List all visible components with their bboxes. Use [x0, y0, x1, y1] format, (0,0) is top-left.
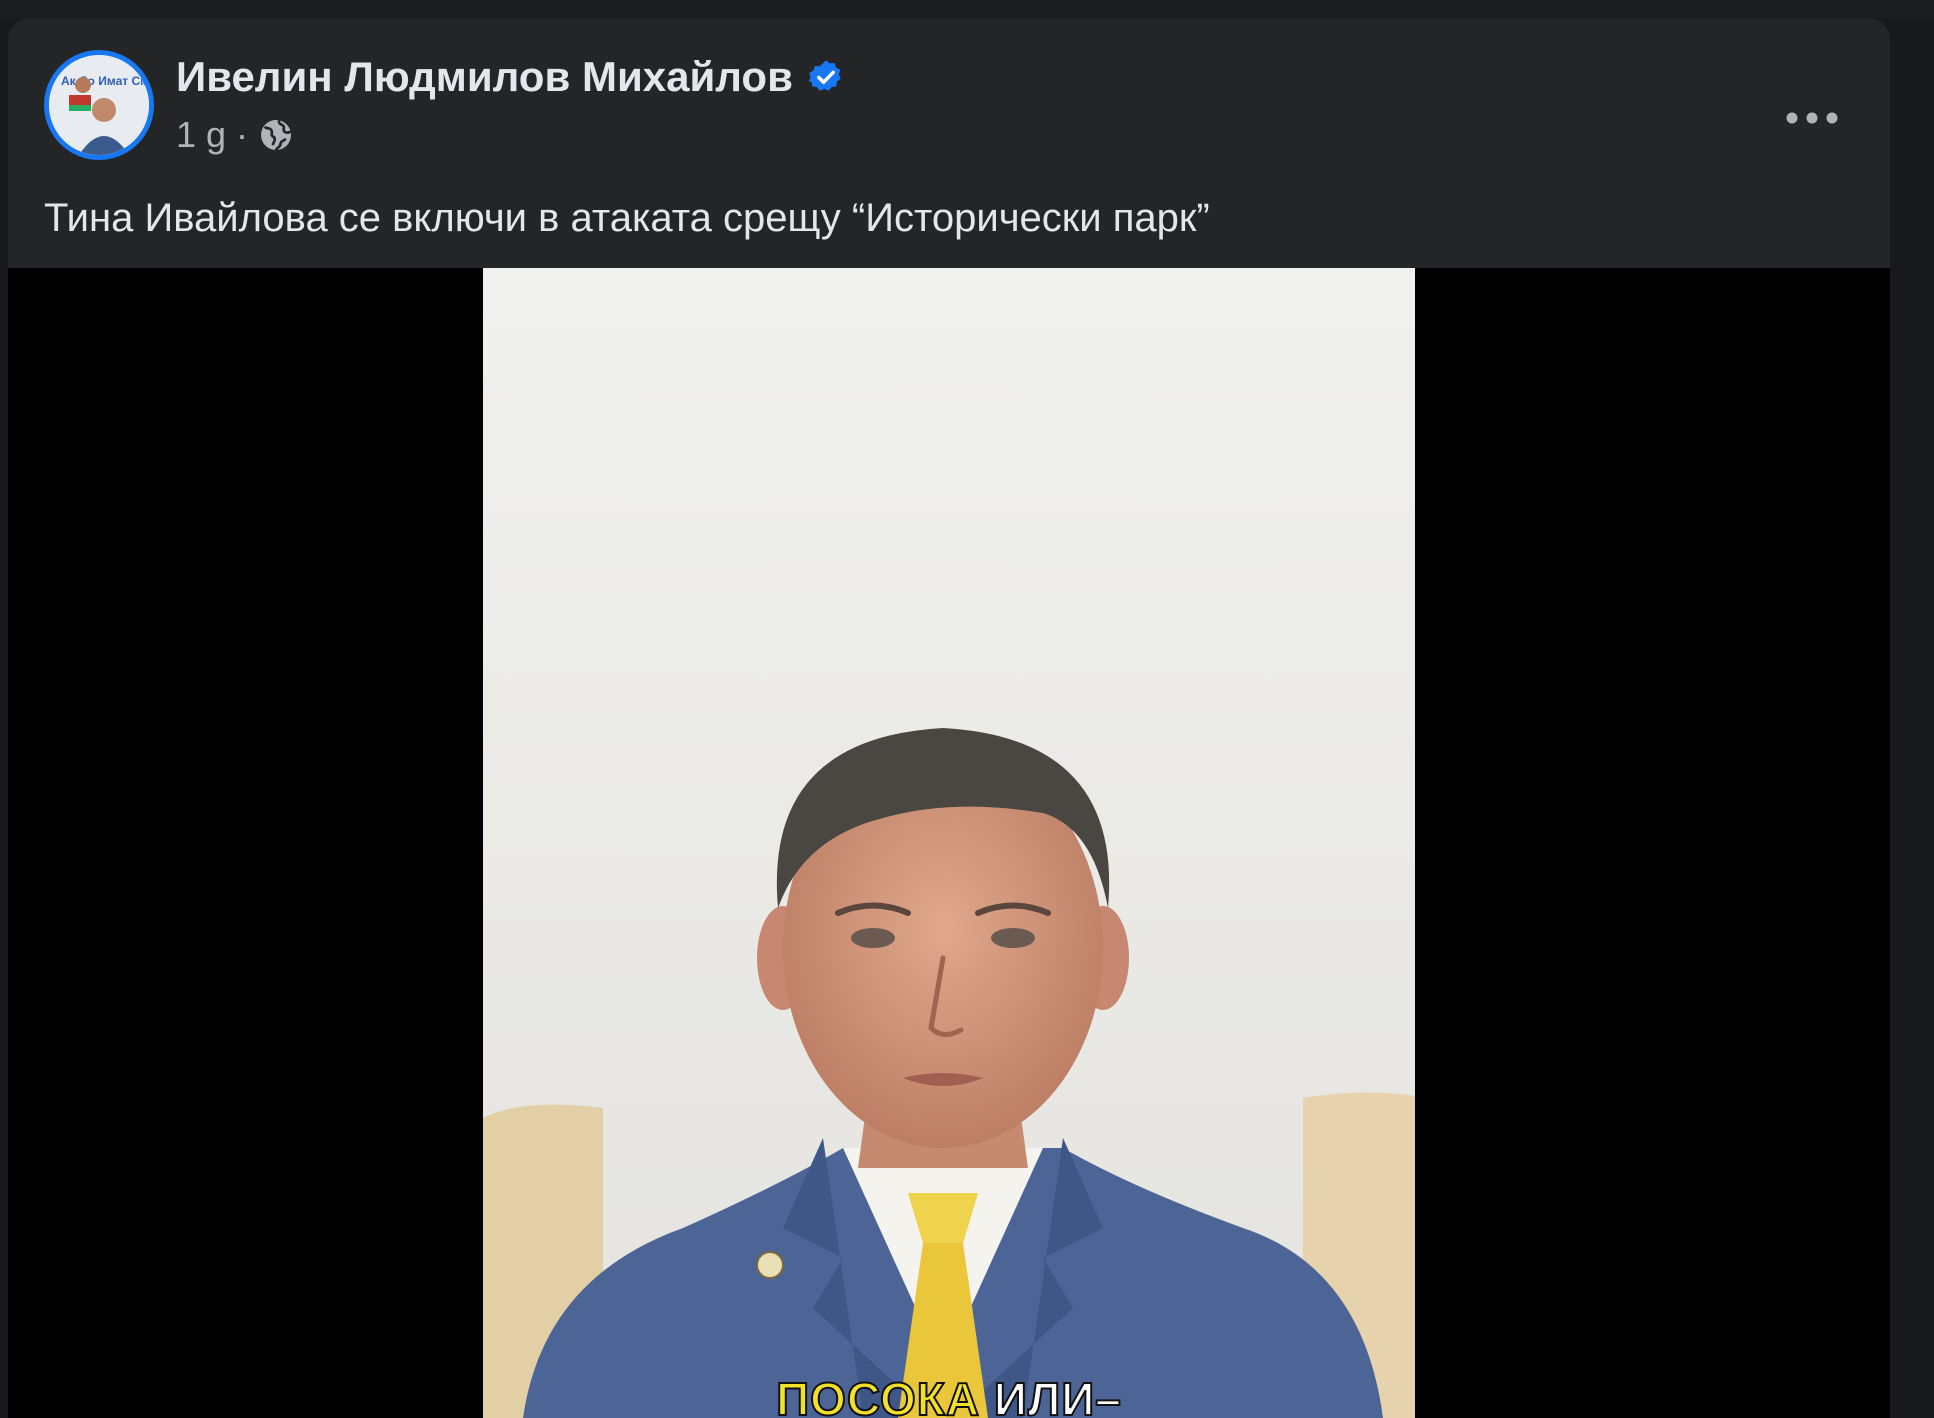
video-subtitle: ПОСОКА ИЛИ– [483, 1372, 1415, 1418]
video-frame: ПОСОКА ИЛИ– [483, 268, 1415, 1418]
author-avatar[interactable]: Ак Дo Имат Смени? [44, 50, 154, 160]
verified-badge-icon [807, 58, 845, 96]
meta-separator: · [236, 114, 249, 155]
video-thumbnail-man-in-suit [483, 268, 1415, 1418]
author-row: Ивелин Людмилов Михайлов [176, 52, 845, 102]
post-timestamp[interactable]: 1 g [176, 114, 226, 156]
avatar-image: Ак Дo Имат Смени? [49, 55, 149, 155]
subtitle-rest: ИЛИ– [980, 1372, 1122, 1418]
post-header: Ак Дo Имат Смени? Ивелин Людмилов Михайл… [8, 18, 1890, 268]
avatar-text: Ак Дo Имат Смени? [61, 74, 149, 88]
subtitle-highlight: ПОСОКА [775, 1372, 981, 1418]
post-caption: Тина Ивайлова се включи в атаката срещу … [44, 196, 1210, 240]
window-top-strip [0, 0, 1934, 18]
author-name-link[interactable]: Ивелин Людмилов Михайлов [176, 53, 793, 101]
globe-icon [258, 117, 294, 153]
post-meta: 1 g · [176, 110, 294, 160]
more-options-button[interactable] [1776, 88, 1848, 148]
more-horizontal-icon [1786, 112, 1838, 124]
video-player[interactable]: ПОСОКА ИЛИ– [8, 268, 1890, 1418]
facebook-post-card: Ак Дo Имат Смени? Ивелин Людмилов Михайл… [8, 18, 1890, 1418]
